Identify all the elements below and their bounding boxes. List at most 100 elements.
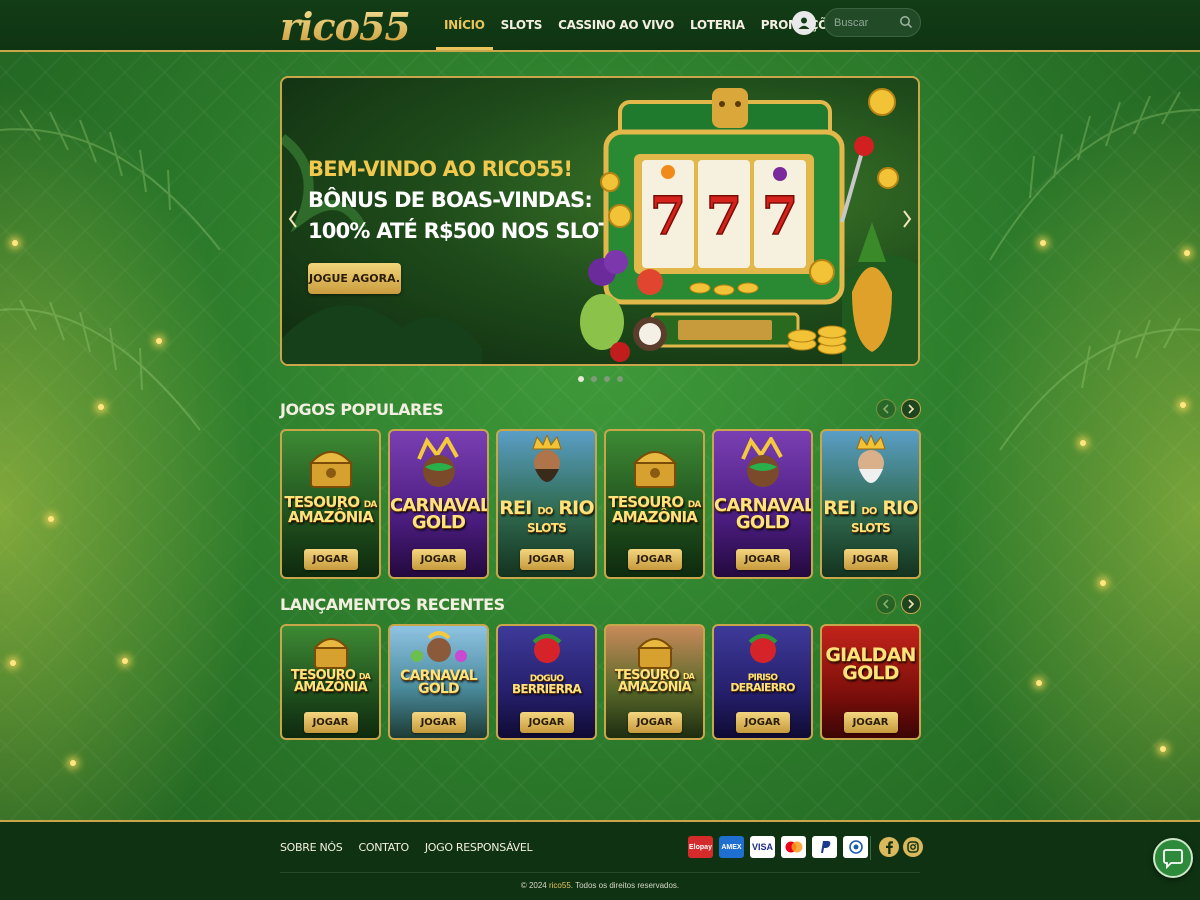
play-button[interactable]: JOGAR (411, 549, 466, 570)
popular-games-arrows (876, 399, 921, 419)
chevron-right-icon (908, 599, 915, 609)
play-button[interactable]: JOGAR (735, 712, 790, 733)
carnival-mask-icon (740, 437, 783, 487)
paypal-icon (820, 841, 830, 853)
play-button[interactable]: JOGAR (411, 712, 466, 733)
sparkle (70, 760, 76, 766)
game-card-carnaval-gold[interactable]: CARNAVAL GOLD JOGAR (712, 429, 813, 579)
recent-prev-button[interactable] (876, 594, 896, 614)
chevron-left-icon (288, 210, 297, 228)
instagram-icon (907, 841, 919, 853)
sparkle (1080, 440, 1086, 446)
sparkle (156, 338, 162, 344)
site-logo[interactable]: rico55 (280, 4, 411, 49)
search-input[interactable] (834, 14, 902, 31)
carousel-dot-4[interactable] (617, 376, 623, 382)
slot-machine-illustration: 7 7 7 (580, 88, 899, 362)
game-card-gialdan-gold[interactable]: GIALDAN GOLD JOGAR (820, 624, 921, 740)
footer-link-contato[interactable]: CONTATO (358, 841, 409, 854)
recent-releases-arrows (876, 594, 921, 614)
search-icon[interactable] (899, 15, 913, 29)
game-title: PIRISO DERAIERRO (730, 673, 795, 694)
sparkle (1160, 746, 1166, 752)
instagram-link[interactable] (903, 837, 923, 857)
sparkle (122, 658, 128, 664)
carousel-dot-3[interactable] (604, 376, 610, 382)
game-title: CARNAVAL GOLD (390, 495, 489, 534)
sparkle (1180, 402, 1186, 408)
sparkle (48, 516, 54, 522)
play-button[interactable]: JOGAR (519, 549, 574, 570)
game-card-rei-do-rio-slots[interactable]: REI DO RIO SLOTS JOGAR (820, 429, 921, 579)
copyright-text: © 2024 rico55. Todos os direitos reserva… (520, 881, 680, 890)
game-card-rei-do-rio-slots[interactable]: REI DO RIO SLOTS JOGAR (496, 429, 597, 579)
popular-prev-button[interactable] (876, 399, 896, 419)
user-account-button[interactable] (792, 11, 816, 35)
nav-inicio[interactable]: INÍCIO (436, 0, 493, 50)
game-card-tesouro-da-amazonia[interactable]: TESOURO DA AMAZÔNIA JOGAR (604, 429, 705, 579)
carnival-characters-icon (410, 631, 467, 662)
chevron-right-icon (903, 210, 912, 228)
popular-games-list: TESOURO DA AMAZÔNIA JOGAR CARNAVAL GOLD JO… (280, 429, 921, 579)
play-button[interactable]: JOGAR (627, 712, 682, 733)
play-now-button[interactable]: JOGUE AGORA. (308, 263, 401, 294)
diners-icon (848, 840, 863, 854)
background-glow-left (0, 50, 280, 820)
play-button[interactable]: JOGAR (843, 549, 898, 570)
carousel-dot-1[interactable] (578, 376, 584, 382)
hero-banner[interactable]: BEM-VINDO AO RICO55! BÔNUS DE BOAS-VINDA… (280, 76, 920, 366)
palm-leaves-right (989, 91, 1200, 451)
sparkle (10, 660, 16, 666)
play-button[interactable]: JOGAR (303, 712, 358, 733)
sparkle (98, 404, 104, 410)
nav-cassino-ao-vivo[interactable]: CASSINO AO VIVO (550, 0, 682, 50)
chat-icon (1163, 849, 1183, 869)
game-card-piriso-deraierro[interactable]: PIRISO DERAIERRO JOGAR (712, 624, 813, 740)
sparkle (1036, 680, 1042, 686)
search-box (824, 8, 921, 37)
sparkle (1100, 580, 1106, 586)
treasure-chest-icon (636, 638, 673, 669)
king-character-icon (531, 435, 562, 482)
game-card-carnaval-gold[interactable]: CARNAVAL GOLD JOGAR (388, 429, 489, 579)
game-title: REI DO RIO SLOTS (499, 497, 594, 536)
carousel-dot-2[interactable] (591, 376, 597, 382)
reel-3-symbol: 7 (762, 186, 798, 247)
game-card-tesouro-da-amazonia[interactable]: TESOURO DA AMAZÔNIA JOGAR (280, 429, 381, 579)
payment-visa-logo: VISA (750, 836, 775, 858)
play-button[interactable]: JOGAR (735, 549, 790, 570)
play-button[interactable]: JOGAR (303, 549, 358, 570)
live-chat-button[interactable] (1153, 838, 1193, 878)
recent-next-button[interactable] (901, 594, 921, 614)
footer-link-jogo-responsavel[interactable]: JOGO RESPONSÁVEL (425, 841, 533, 854)
chevron-left-icon (882, 599, 889, 609)
payment-mastercard-logo (781, 836, 806, 858)
game-title: TESOURO DA AMAZÔNIA (614, 668, 695, 696)
play-button[interactable]: JOGAR (843, 712, 898, 733)
reel-1-symbol: 7 (650, 186, 686, 247)
footer-divider (870, 836, 871, 860)
palm-leaves-left (0, 109, 221, 431)
facebook-link[interactable] (879, 837, 899, 857)
nav-loteria[interactable]: LOTERIA (682, 0, 753, 50)
payment-paypal-logo (812, 836, 837, 858)
game-card-tesouro-da-amazonia[interactable]: TESOURO DA AMAZÔNIA JOGAR (280, 624, 381, 740)
game-card-tesouro-da-amazonia[interactable]: TESOURO DA AMAZÔNIA JOGAR (604, 624, 705, 740)
footer-links: SOBRE NÓS CONTATO JOGO RESPONSÁVEL (280, 841, 533, 854)
sparkle (12, 240, 18, 246)
footer-link-sobre-nos[interactable]: SOBRE NÓS (280, 841, 343, 854)
recent-releases-title: LANÇAMENTOS RECENTES (280, 595, 505, 614)
hero-next-arrow[interactable] (902, 208, 912, 234)
play-button[interactable]: JOGAR (627, 549, 682, 570)
game-card-carnaval-gold[interactable]: CARNAVAL GOLD JOGAR (388, 624, 489, 740)
treasure-chest-icon (312, 638, 349, 669)
recent-games-list: TESOURO DA AMAZÔNIA JOGAR CARNAVAL GOLD JO… (280, 624, 921, 740)
game-card-doguo-berrierra[interactable]: DOGUO BERRIERRA JOGAR (496, 624, 597, 740)
carnival-mask-icon (416, 437, 459, 487)
king-character-icon (855, 435, 886, 483)
play-button[interactable]: JOGAR (519, 712, 574, 733)
popular-next-button[interactable] (901, 399, 921, 419)
game-title: TESOURO DA AMAZÔNIA (290, 668, 371, 696)
hero-prev-arrow[interactable] (288, 208, 298, 234)
nav-slots[interactable]: SLOTS (493, 0, 550, 50)
